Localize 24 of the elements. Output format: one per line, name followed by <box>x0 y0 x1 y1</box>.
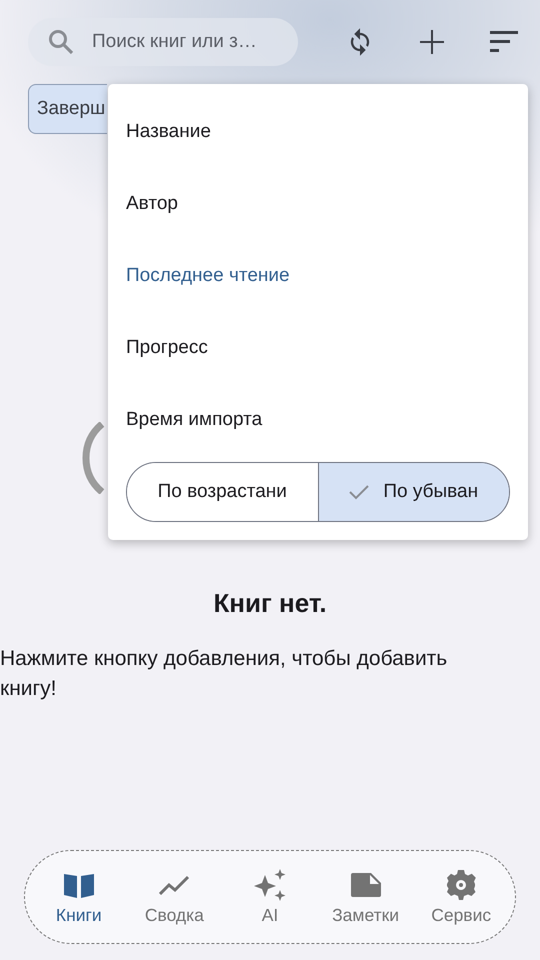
search-field[interactable]: Поиск книг или з… <box>28 18 298 66</box>
nav-tab[interactable]: Сервис <box>415 864 508 930</box>
filter-chip[interactable]: Заверш <box>28 84 108 134</box>
add-icon <box>420 30 444 54</box>
sort-option[interactable]: Автор <box>126 168 178 240</box>
sort-option[interactable]: Название <box>126 96 211 168</box>
settings-icon <box>446 870 476 900</box>
empty-title: Книг нет. <box>213 588 327 619</box>
sparkle-icon <box>254 868 286 900</box>
sort-option[interactable]: Время импорта <box>126 384 262 456</box>
nav-tab[interactable]: Книги <box>32 864 125 930</box>
nav-tab[interactable]: Сводка <box>128 864 220 930</box>
empty-message: Нажмите кнопку добавления, чтобы добавить книгу! <box>0 646 448 702</box>
arc-icon <box>82 422 106 494</box>
sort-option[interactable]: Последнее чтение <box>126 240 290 312</box>
sort-icon <box>490 31 518 53</box>
nav-tab[interactable]: AI <box>224 864 316 930</box>
book-icon <box>64 872 94 898</box>
note-icon <box>350 872 381 896</box>
nav-tab[interactable]: Заметки <box>320 864 412 930</box>
sort-option[interactable]: Прогресс <box>126 312 208 384</box>
order-segment[interactable]: По убыван <box>318 463 509 521</box>
check-icon <box>349 484 370 500</box>
trend-icon <box>159 874 190 894</box>
